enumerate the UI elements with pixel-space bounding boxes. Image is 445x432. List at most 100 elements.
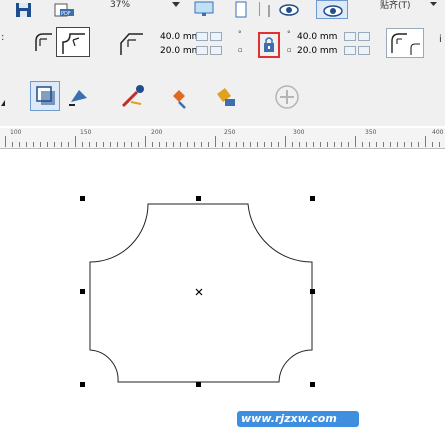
ruler-tick — [68, 142, 69, 147]
pdf-export-button[interactable]: PDF — [52, 0, 76, 20]
add-tool-button[interactable] — [272, 82, 300, 110]
selection-handle-bottom-center[interactable] — [196, 382, 201, 387]
effects-toolbar — [0, 66, 445, 126]
round-corner-button[interactable] — [29, 28, 55, 54]
ruler-tick — [348, 142, 349, 147]
corner-radius-bottom-right[interactable]: 20.0 mm — [297, 46, 337, 56]
spin-down[interactable] — [210, 46, 222, 55]
view-icon — [194, 1, 214, 16]
ruler-tick — [383, 142, 384, 147]
chevron-down-icon — [430, 2, 437, 6]
shadow-icon — [36, 86, 55, 105]
spin-up[interactable] — [196, 32, 208, 41]
spin-up[interactable] — [344, 46, 356, 55]
ruler-tick — [145, 136, 146, 147]
ruler-tick — [278, 142, 279, 147]
wireframe-view-button[interactable] — [264, 0, 308, 18]
corner-indicator: ° — [287, 30, 291, 38]
ruler-tick — [12, 142, 13, 147]
lock-corner-radius-button[interactable] — [258, 32, 280, 58]
spin-up[interactable] — [344, 32, 356, 41]
shadow-tool-button[interactable] — [30, 81, 60, 111]
pdf-export-icon: PDF — [54, 3, 74, 17]
enhanced-view-icon — [323, 5, 343, 17]
corner-radius-top-left[interactable]: 40.0 mm — [160, 32, 200, 42]
ruler-tick — [327, 142, 328, 147]
fill-tool-button[interactable] — [116, 81, 150, 111]
horizontal-ruler: 100 150 200 250 300 350 400 — [0, 128, 445, 149]
scalloped-rectangle-shape[interactable] — [0, 149, 445, 432]
selection-handle-bottom-right[interactable] — [310, 382, 315, 387]
ruler-tick — [355, 136, 356, 147]
ruler-tick — [306, 142, 307, 147]
ruler-tick — [257, 142, 258, 147]
chamfered-corner-icon — [120, 33, 143, 55]
relative-corner-scale-icon — [391, 33, 420, 55]
interactive-fill-tool-button[interactable] — [206, 81, 242, 111]
spin-up[interactable] — [196, 46, 208, 55]
ruler-tick — [19, 142, 20, 147]
ruler-tick — [173, 142, 174, 147]
save-button[interactable] — [12, 0, 34, 20]
ruler-tick — [40, 142, 41, 147]
zoom-value: 37% — [110, 0, 131, 10]
ruler-tick — [54, 142, 55, 147]
corner-indicator: ° — [238, 30, 242, 38]
ruler-tick — [117, 142, 118, 147]
drawing-canvas[interactable] — [0, 149, 445, 432]
ruler-tick — [264, 142, 265, 147]
enhanced-view-button[interactable] — [316, 0, 348, 19]
ruler-tick — [152, 142, 153, 147]
relative-corner-scale-button[interactable] — [386, 28, 424, 58]
ruler-tick — [376, 142, 377, 147]
smart-fill-tool-button[interactable] — [162, 81, 196, 111]
transparency-icon — [69, 90, 87, 106]
svg-text:PDF: PDF — [61, 11, 71, 17]
ruler-tick — [96, 142, 97, 147]
lock-icon — [264, 37, 274, 52]
transparency-tool-button[interactable] — [62, 81, 92, 111]
selection-handle-top-left[interactable] — [80, 196, 85, 201]
snap-to-menu[interactable]: 贴齐(T) — [372, 0, 442, 14]
spin-down[interactable] — [210, 32, 222, 41]
selection-handle-top-right[interactable] — [310, 196, 315, 201]
eyedropper-icon — [121, 85, 144, 108]
spin-down[interactable] — [358, 32, 370, 41]
scalloped-corner-button[interactable] — [56, 27, 90, 57]
ruler-tick — [292, 142, 293, 147]
add-icon — [275, 85, 299, 109]
selection-handle-middle-right[interactable] — [310, 289, 315, 294]
ruler-tick — [369, 142, 370, 147]
selection-handle-bottom-left[interactable] — [80, 382, 85, 387]
corner-radius-bottom-left[interactable]: 20.0 mm — [160, 46, 200, 56]
scalloped-corner-icon — [62, 33, 85, 54]
ruler-tick — [180, 142, 181, 147]
selection-handle-top-center[interactable] — [196, 196, 201, 201]
ruler-tick — [89, 142, 90, 147]
ruler-tick — [243, 142, 244, 147]
ruler-label: 350 — [365, 129, 377, 136]
spin-down[interactable] — [358, 46, 370, 55]
corner-radius-top-right[interactable]: 40.0 mm — [297, 32, 337, 42]
ruler-tick — [61, 142, 62, 147]
toolbar-separator — [259, 2, 260, 16]
wireframe-view-icon — [268, 4, 299, 17]
selection-handle-middle-left[interactable] — [80, 289, 85, 294]
ruler-tick — [47, 142, 48, 147]
ruler-tick — [229, 142, 230, 147]
ruler-tick — [187, 142, 188, 147]
full-screen-preview-button[interactable] — [192, 0, 216, 18]
corner-indicator: ▫ — [287, 46, 292, 54]
chamfered-corner-button[interactable] — [114, 28, 146, 56]
corner-indicator: ▫ — [238, 46, 243, 54]
toolbox-corner-mark — [1, 100, 5, 106]
ruler-tick — [131, 142, 132, 147]
ruler-label: 300 — [293, 129, 305, 136]
property-bar: : 40.0 mm 20.0 mm ° ▫ ° 40.0 mm ▫ 20.0 m… — [0, 22, 445, 67]
full-page-button[interactable] — [231, 0, 251, 18]
zoom-combo[interactable]: 37% — [110, 0, 182, 16]
interactive-fill-icon — [217, 88, 235, 106]
ruler-tick — [103, 142, 104, 147]
ruler-tick — [75, 136, 76, 147]
ruler-label: 150 — [80, 129, 92, 136]
